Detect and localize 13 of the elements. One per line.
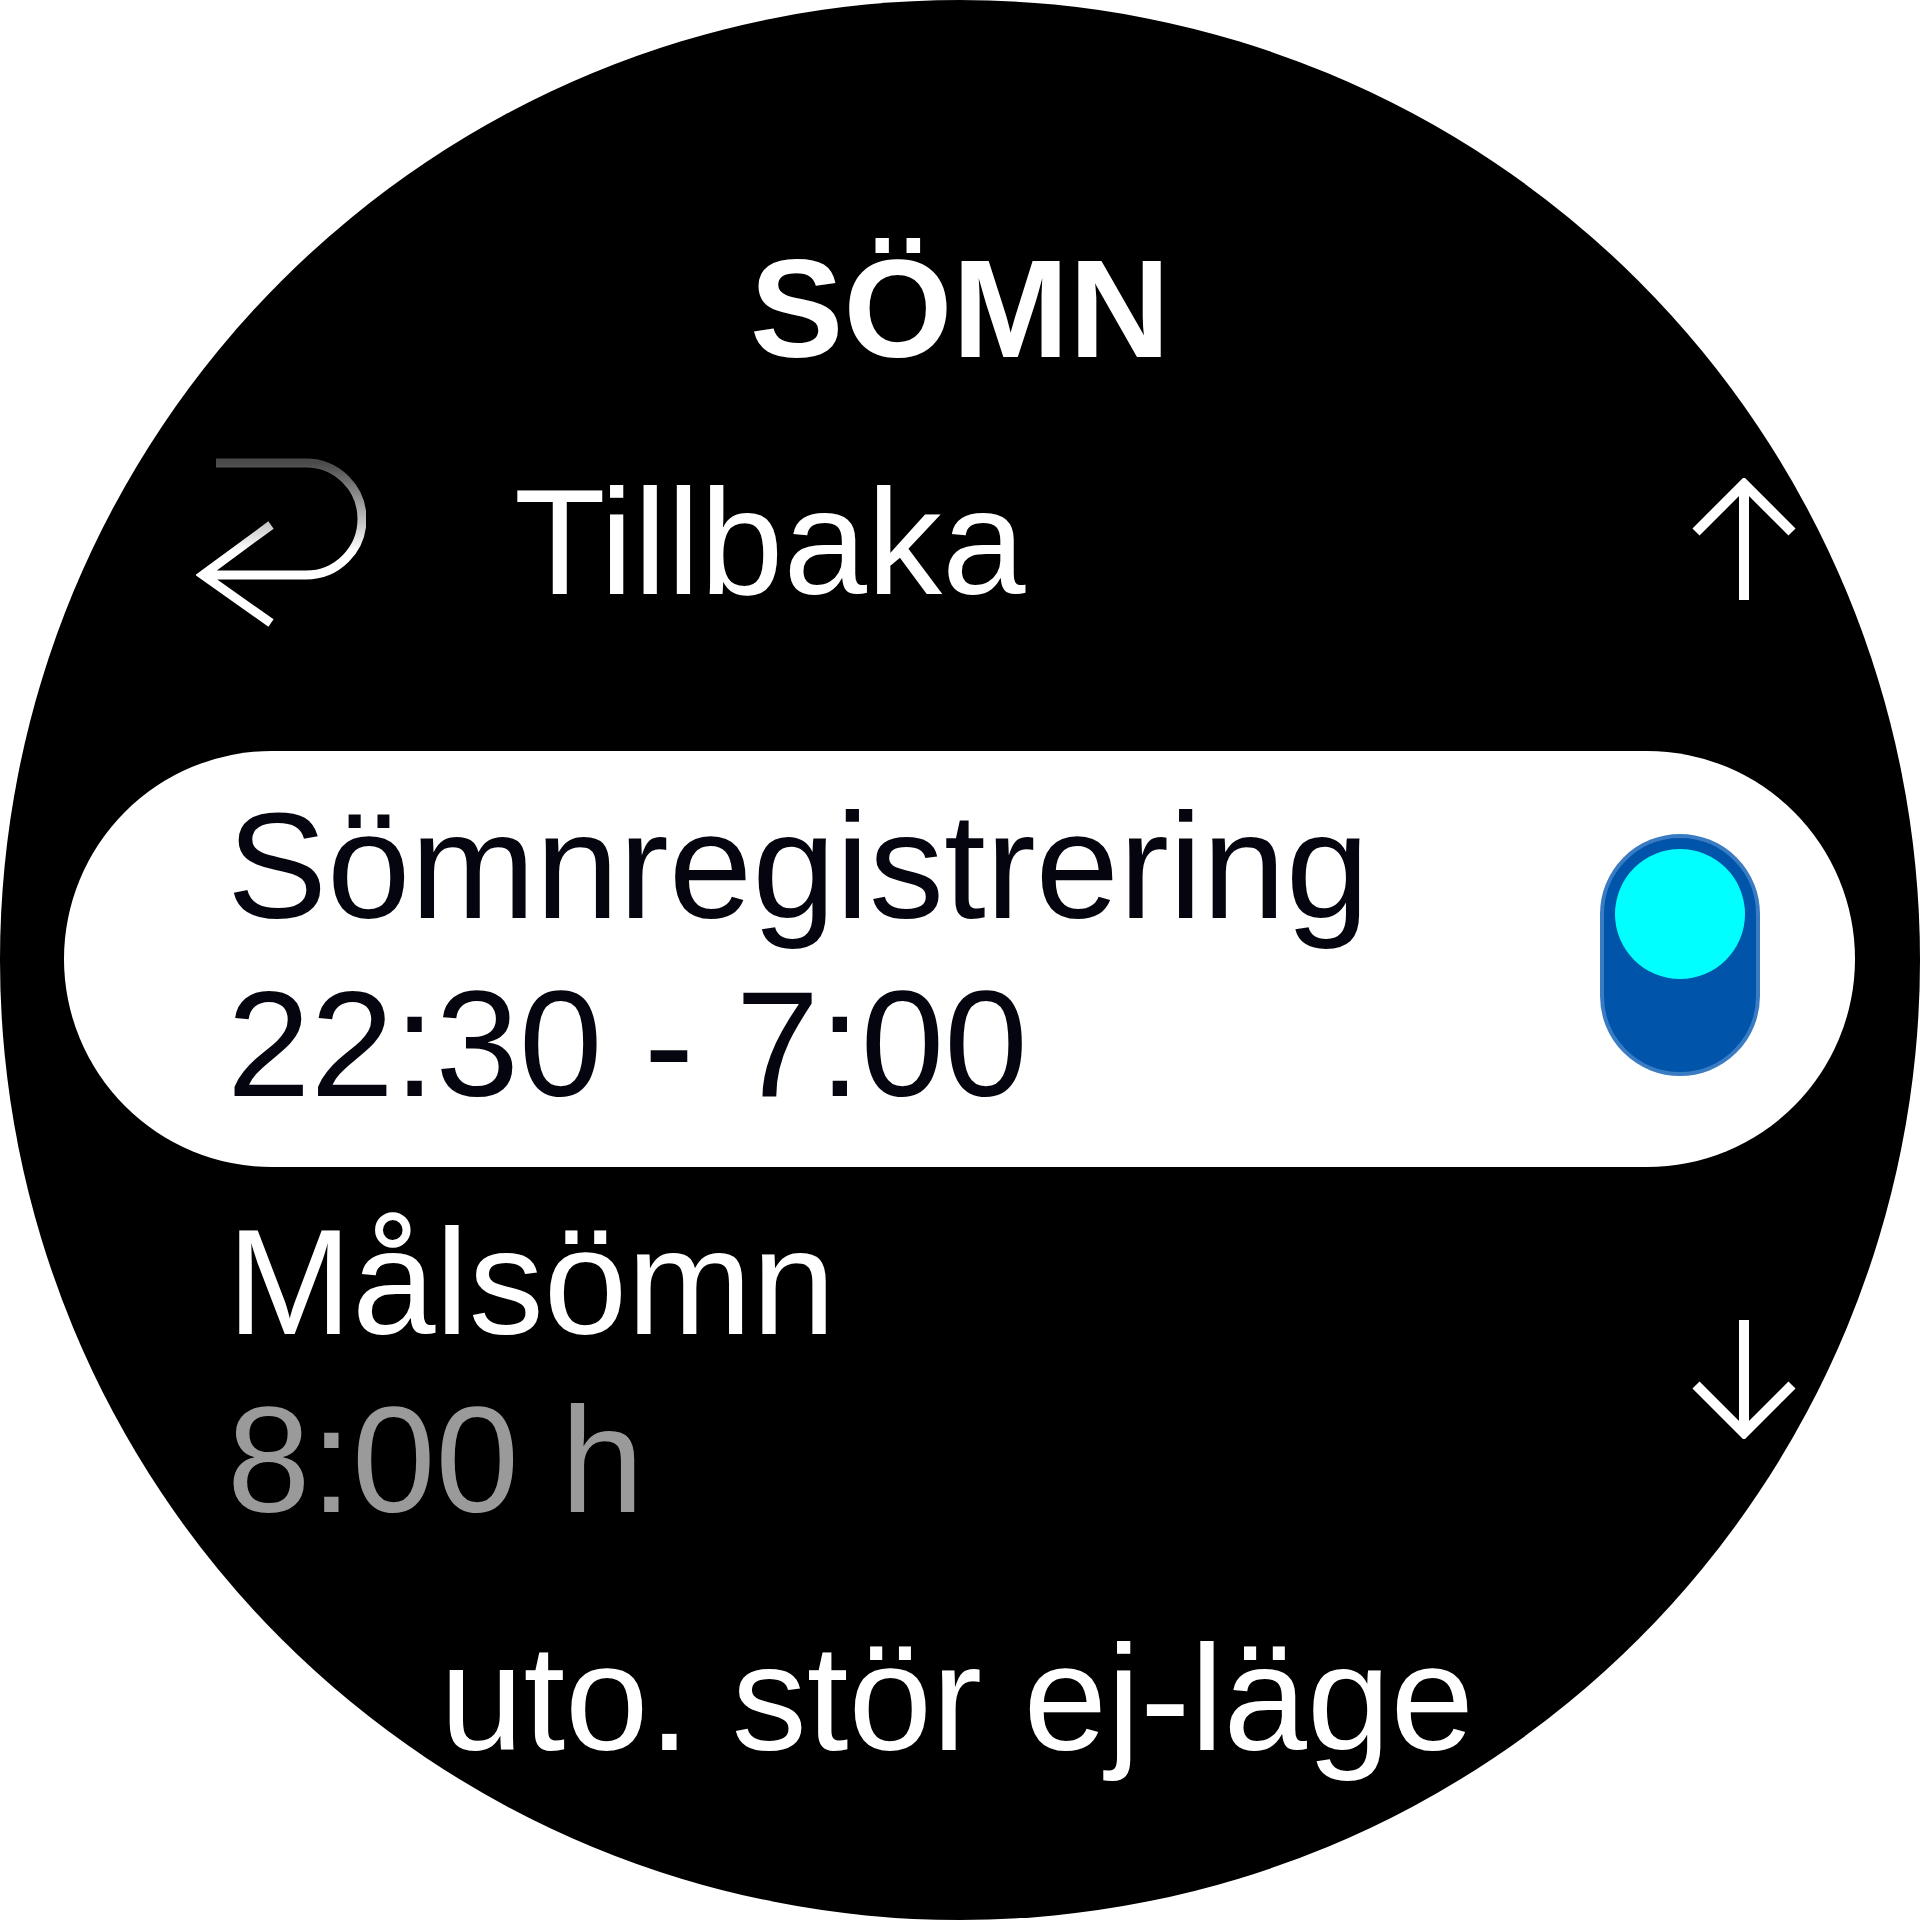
up-arrow-icon xyxy=(1690,478,1798,600)
screen-title: SÖMN xyxy=(750,239,1170,379)
item-value: 8:00 h xyxy=(227,1375,645,1546)
menu-item[interactable]: uto. stör ej-läge xyxy=(64,1583,1855,1821)
item-label: uto. stör ej-läge xyxy=(440,1613,1474,1784)
return-arrow-icon xyxy=(196,456,366,628)
item-label: Målsömn xyxy=(227,1197,836,1368)
item-value: 22:30 - 7:00 xyxy=(227,959,1028,1130)
down-arrow-icon xyxy=(1690,1320,1798,1439)
back-button[interactable]: Tillbaka xyxy=(196,453,1026,631)
menu-item[interactable]: Sömnregistrering 22:30 - 7:00 xyxy=(64,751,1855,1167)
item-label: Sömnregistrering xyxy=(227,781,1370,952)
menu-item[interactable]: Målsömn 8:00 h xyxy=(64,1167,1855,1583)
